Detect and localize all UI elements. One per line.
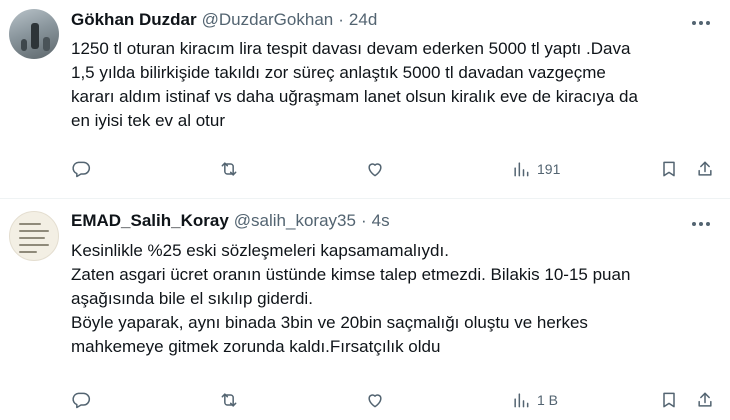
retweet-icon bbox=[221, 162, 237, 176]
like-button[interactable] bbox=[365, 157, 385, 181]
share-icon bbox=[698, 161, 712, 176]
tweet-text-line: kararı aldım istinaf vs daha uğraşmam la… bbox=[71, 87, 638, 106]
timestamp[interactable]: 4s bbox=[372, 211, 390, 231]
separator-dot: · bbox=[360, 211, 367, 230]
tweet-text-line: mahkemeye gitmek zorunda kaldı.Fırsatçıl… bbox=[71, 337, 441, 356]
tweet[interactable]: Gökhan Duzdar @DuzdarGokhan · 24d 1250 t… bbox=[0, 0, 730, 198]
share-button[interactable] bbox=[695, 157, 715, 181]
author-name[interactable]: EMAD_Salih_Koray bbox=[71, 211, 229, 231]
bookmark-icon bbox=[663, 161, 675, 177]
tweet-text-line: en iyisi tek ev al otur bbox=[71, 111, 226, 130]
retweet-button[interactable] bbox=[219, 157, 239, 181]
avatar[interactable] bbox=[9, 211, 59, 261]
tweet-header: Gökhan Duzdar @DuzdarGokhan · 24d bbox=[71, 10, 377, 30]
like-icon bbox=[368, 394, 382, 408]
author-handle[interactable]: @salih_koray35 bbox=[234, 211, 356, 231]
views-icon bbox=[514, 393, 529, 408]
tweet-text-line: Böyle yaparak, aynı binada 3bin ve 20bin… bbox=[71, 313, 588, 332]
views-count: 191 bbox=[537, 161, 561, 177]
retweet-button[interactable] bbox=[219, 388, 239, 412]
bookmark-button[interactable] bbox=[659, 157, 679, 181]
tweet-text: Kesinlikle %25 eski sözleşmeleri kapsama… bbox=[71, 239, 721, 359]
tweet-actions: 1 B bbox=[71, 388, 723, 412]
share-icon bbox=[698, 392, 712, 407]
author-handle[interactable]: @DuzdarGokhan bbox=[202, 10, 334, 30]
timestamp[interactable]: 24d bbox=[349, 10, 377, 30]
more-icon[interactable] bbox=[690, 213, 712, 235]
tweet-text-line: 1250 tl oturan kiracım lira tespit davas… bbox=[71, 39, 631, 58]
views-button[interactable]: 1 B bbox=[511, 388, 558, 412]
separator-dot: · bbox=[338, 10, 344, 29]
tweet-text-line: 1,5 yılda bilirkişide takıldı zor süreç … bbox=[71, 63, 606, 82]
bookmark-icon bbox=[663, 392, 675, 408]
reply-button[interactable] bbox=[71, 388, 91, 412]
bookmark-button[interactable] bbox=[659, 388, 679, 412]
reply-button[interactable] bbox=[71, 157, 91, 181]
tweet-text-line: Zaten asgari ücret oranın üstünde kimse … bbox=[71, 265, 631, 284]
reply-icon bbox=[72, 161, 91, 178]
like-button[interactable] bbox=[365, 388, 385, 412]
tweet-text-line: Kesinlikle %25 eski sözleşmeleri kapsama… bbox=[71, 241, 449, 260]
views-icon bbox=[514, 162, 529, 177]
author-name[interactable]: Gökhan Duzdar bbox=[71, 10, 197, 30]
tweet-header: EMAD_Salih_Koray @salih_koray35 · 4s bbox=[71, 211, 390, 231]
more-icon[interactable] bbox=[690, 12, 712, 34]
share-button[interactable] bbox=[695, 388, 715, 412]
reply-icon bbox=[72, 392, 91, 409]
tweet[interactable]: EMAD_Salih_Koray @salih_koray35 · 4s Kes… bbox=[0, 199, 730, 420]
retweet-icon bbox=[221, 393, 237, 407]
views-count: 1 B bbox=[537, 392, 559, 408]
avatar[interactable] bbox=[9, 9, 59, 59]
tweet-text: 1250 tl oturan kiracım lira tespit davas… bbox=[71, 37, 721, 133]
tweet-text-line: aşağısında bile el sıkılıp giderdi. bbox=[71, 289, 313, 308]
like-icon bbox=[368, 163, 382, 177]
tweet-actions: 191 bbox=[71, 157, 723, 181]
views-button[interactable]: 191 bbox=[511, 157, 560, 181]
